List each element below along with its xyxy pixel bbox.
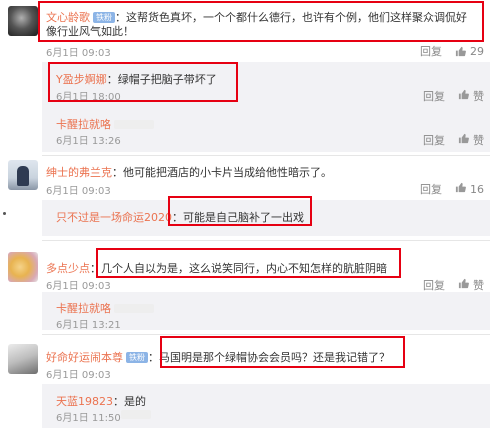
timestamp: 6月1日 09:03 [46,186,111,197]
timestamp: 6月1日 11:50 [56,413,121,424]
comment-actions: 回复 16 [420,181,484,197]
like-label[interactable]: 赞 [473,134,484,147]
reply-line: 天蓝19823：是的 [56,390,146,409]
username[interactable]: 卡醒拉就咯 [56,302,111,315]
username[interactable]: 绅士的弗兰克 [46,166,112,179]
timestamp: 6月1日 09:03 [46,370,111,381]
reply-actions: 回复 赞 [423,132,484,148]
reply-button[interactable]: 回复 [423,90,445,103]
timestamp: 6月1日 13:21 [56,320,121,331]
reply-button[interactable]: 回复 [420,45,442,58]
like-count: 29 [470,45,484,58]
username[interactable]: 天蓝19823 [56,395,113,408]
blurred-text [114,120,154,129]
reply-actions: 回复 赞 [423,88,484,104]
comment-actions: 回复 29 [420,43,484,59]
like-icon[interactable] [454,45,467,58]
like-icon[interactable] [457,133,470,147]
username[interactable]: 只不过是一场命运2020 [56,211,172,224]
highlight-box [168,196,312,226]
like-icon[interactable] [457,278,470,292]
like-icon[interactable] [457,89,470,103]
comment-actions: 回复 赞 [423,277,484,293]
divider [42,334,490,335]
reply-button[interactable]: 回复 [420,183,442,196]
like-icon[interactable] [454,182,467,196]
username[interactable]: 卡醒拉就咯 [56,118,111,131]
reply-text: ：是的 [113,395,146,408]
fan-badge: 铁粉 [126,352,148,363]
highlight-box [48,62,238,102]
avatar[interactable] [8,344,38,374]
timestamp: 6月1日 09:03 [46,281,111,292]
username[interactable]: 多点少点 [46,262,90,275]
timestamp: 6月1日 09:03 [46,48,111,59]
avatar[interactable] [8,6,38,36]
reply-line: 卡醒拉就咯 [56,113,154,132]
reply-button[interactable]: 回复 [423,279,445,292]
bullet-dot [3,212,6,215]
like-label[interactable]: 赞 [473,279,484,292]
comment-line: 绅士的弗兰克：他可能把酒店的小卡片当成给他性暗示了。 [46,161,332,180]
avatar[interactable] [8,252,38,282]
reply-button[interactable]: 回复 [423,134,445,147]
timestamp: 6月1日 13:26 [56,136,121,147]
divider [42,155,490,156]
highlight-box [160,336,405,368]
highlight-box [96,248,401,278]
like-count: 16 [470,183,484,196]
username[interactable]: 好命好运闹本尊 [46,351,123,364]
avatar[interactable] [8,160,38,190]
reply-line: 卡醒拉就咯 [56,297,154,316]
divider [42,240,490,241]
blurred-text [114,304,154,313]
comment-text: ：他可能把酒店的小卡片当成给他性暗示了。 [112,166,332,179]
blurred-text [121,410,151,419]
like-label[interactable]: 赞 [473,90,484,103]
highlight-box [38,1,484,42]
